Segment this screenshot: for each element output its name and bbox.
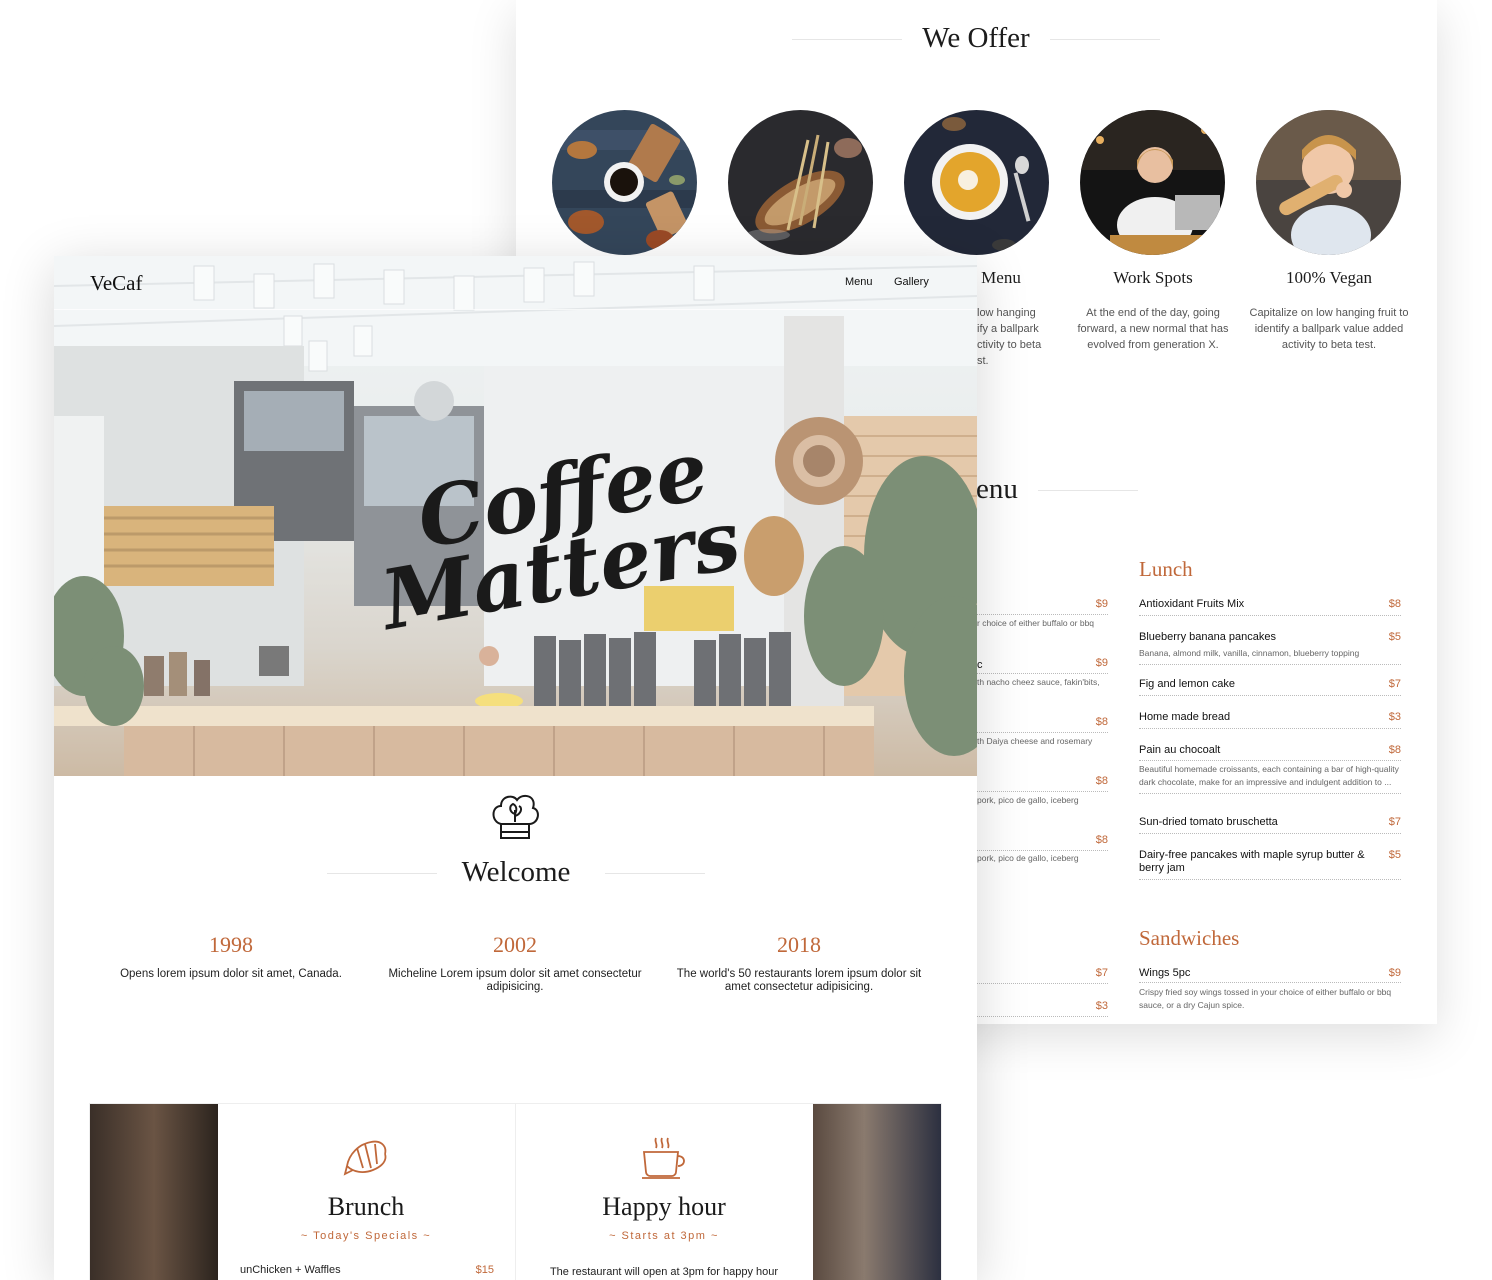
menu-left-price-7: $3 [1095,1000,1108,1012]
menu-title-partial: enu [976,473,1018,505]
menu-item[interactable]: Fig and lemon cake $7 [1139,678,1401,696]
menu-left-divider-4 [977,791,1108,792]
menu-left-desc-6: pork, pico de gallo, iceberg [977,853,1079,863]
menu-item-price: $9 [1388,967,1401,979]
we-offer-title: We Offer [922,22,1030,54]
menu-item[interactable]: Wings 5pc $9 Crispy fried soy wings tosse… [1139,967,1401,1016]
offer-desc-menu-text: low hanging ify a ballpark ctivity to be… [977,307,1042,367]
menu-left-desc-5: pork, pico de gallo, iceberg [977,795,1079,805]
brunch-item-name: unChicken + Waffles [240,1264,341,1276]
welcome-title: Welcome [461,856,571,888]
happy-hour-text: The restaurant will open at 3pm for happ… [549,1266,779,1278]
chef-hat-icon [487,788,543,844]
brunch-item[interactable]: unChicken + Waffles $15 [240,1264,494,1276]
menu-item[interactable]: Dairy-free pancakes with maple syrup but… [1139,849,1401,880]
top-navigation: VeCaf Menu Gallery [54,256,977,310]
offer-image-vegan [1256,110,1401,255]
menu-item-name: Blueberry banana pancakes [1139,631,1276,643]
menu-item[interactable]: Sun-dried tomato bruschetta $7 [1139,816,1401,834]
menu-left-divider-1 [977,614,1108,615]
timeline-text-2: Micheline Lorem ipsum dolor sit amet con… [388,968,642,993]
menu-item-name: Home made bread [1139,711,1231,723]
welcome-heading: Welcome [327,856,705,889]
menu-left-divider-6 [977,983,1108,984]
menu-item-desc: Beautiful homemade croissants, each cont… [1139,760,1401,789]
specials-section: Brunch ~ Today's Specials ~ unChicken + … [90,1104,941,1280]
menu-item[interactable]: Blueberry banana pancakes $5 Banana, almo… [1139,631,1401,665]
happy-hour-card: Happy hour ~ Starts at 3pm ~ The restaur… [516,1104,812,1280]
offer-name-work-spots: Work Spots [1113,268,1193,287]
menu-item-price: $3 [1388,711,1401,723]
menu-left-desc-3: th nacho cheez sauce, fakin'bits, [977,677,1100,687]
brunch-item-price: $15 [475,1264,494,1276]
menu-item-name: Antioxidant Fruits Mix [1139,598,1245,610]
croissant-icon [343,1134,389,1180]
brunch-photo [90,1104,218,1280]
menu-item[interactable]: Home made bread $3 [1139,711,1401,729]
offer-image-soup [904,110,1049,255]
menu-item-desc: Crispy fried soy wings tossed in your ch… [1139,987,1392,1010]
menu-item[interactable]: Pain au chocoalt $8 Beautiful homemade cr… [1139,744,1401,794]
timeline-text-1: Opens lorem ipsum dolor sit amet, Canada… [120,968,342,980]
offer-image-work [1080,110,1225,255]
menu-left-price-3: $8 [1095,716,1108,728]
coffee-cup-icon [640,1134,688,1180]
menu-left-desc-4: th Daiya cheese and rosemary [977,736,1093,746]
happy-hour-photo [813,1104,941,1280]
offer-name-vegan: 100% Vegan [1285,268,1373,287]
menu-item-price: $7 [1388,678,1401,690]
menu-left-price-4: $8 [1095,775,1108,787]
timeline-year-3: 2018 [777,932,821,957]
menu-left-divider-7 [977,1016,1108,1017]
front-page-preview: VeCaf Menu Gallery Coffee Matters Welcom… [54,256,977,1280]
menu-left-divider-5 [977,850,1108,851]
brunch-subtitle: ~ Today's Specials ~ [300,1230,432,1242]
timeline-text-3: The world's 50 restaurants lorem ipsum d… [676,968,922,993]
offer-image-bread [728,110,873,255]
offer-desc-menu: low hanging ify a ballpark ctivity to be… [977,305,1057,369]
nav-link-menu[interactable]: Menu [845,276,873,288]
happy-hour-title: Happy hour [602,1192,726,1221]
menu-item-price: $8 [1388,744,1401,756]
brunch-title: Brunch [327,1192,405,1221]
menu-left-price-2: $9 [1095,657,1108,669]
menu-item-price: $5 [1388,849,1401,861]
menu-item[interactable]: Antioxidant Fruits Mix $8 [1139,598,1401,616]
menu-left-divider-3 [977,732,1108,733]
brunch-card: Brunch ~ Today's Specials ~ unChicken + … [218,1104,514,1280]
offer-desc-vegan: Capitalize on low hanging fruit to ident… [1249,307,1409,351]
menu-item-price: $7 [1388,816,1401,828]
menu-item-name: Sun-dried tomato bruschetta [1139,816,1278,828]
menu-item-name: Dairy-free pancakes with maple syrup but… [1139,849,1365,874]
offer-desc-work-spots: At the end of the day, going forward, a … [1077,307,1229,351]
menu-item-name: Wings 5pc [1139,967,1191,979]
timeline-year-1: 1998 [209,932,253,957]
menu-left-price-6: $7 [1095,967,1108,979]
happy-hour-subtitle: ~ Starts at 3pm ~ [609,1230,719,1242]
menu-left-desc-2: c [977,659,983,671]
menu-item-name: Fig and lemon cake [1139,678,1235,690]
menu-category-sandwiches: Sandwiches [1139,926,1240,950]
menu-item-name: Pain au chocoalt [1139,744,1221,756]
logo[interactable]: VeCaf [90,271,142,296]
menu-left-price-5: $8 [1095,834,1108,846]
menu-item-price: $5 [1388,631,1401,643]
hero-section: VeCaf Menu Gallery Coffee Matters [54,256,977,776]
menu-item-desc: Banana, almond milk, vanilla, cinnamon, … [1139,648,1360,658]
menu-item-price: $8 [1388,598,1401,610]
menu-left-price-1: $9 [1095,598,1108,610]
menu-left-divider-2 [977,673,1108,674]
nav-link-gallery[interactable]: Gallery [894,276,929,288]
offer-image-breakfast [552,110,697,255]
timeline-year-2: 2002 [493,932,537,957]
menu-category-lunch: Lunch [1139,557,1193,581]
we-offer-heading: We Offer [786,22,1166,55]
menu-left-desc-1: r choice of either buffalo or bbq [977,618,1095,628]
